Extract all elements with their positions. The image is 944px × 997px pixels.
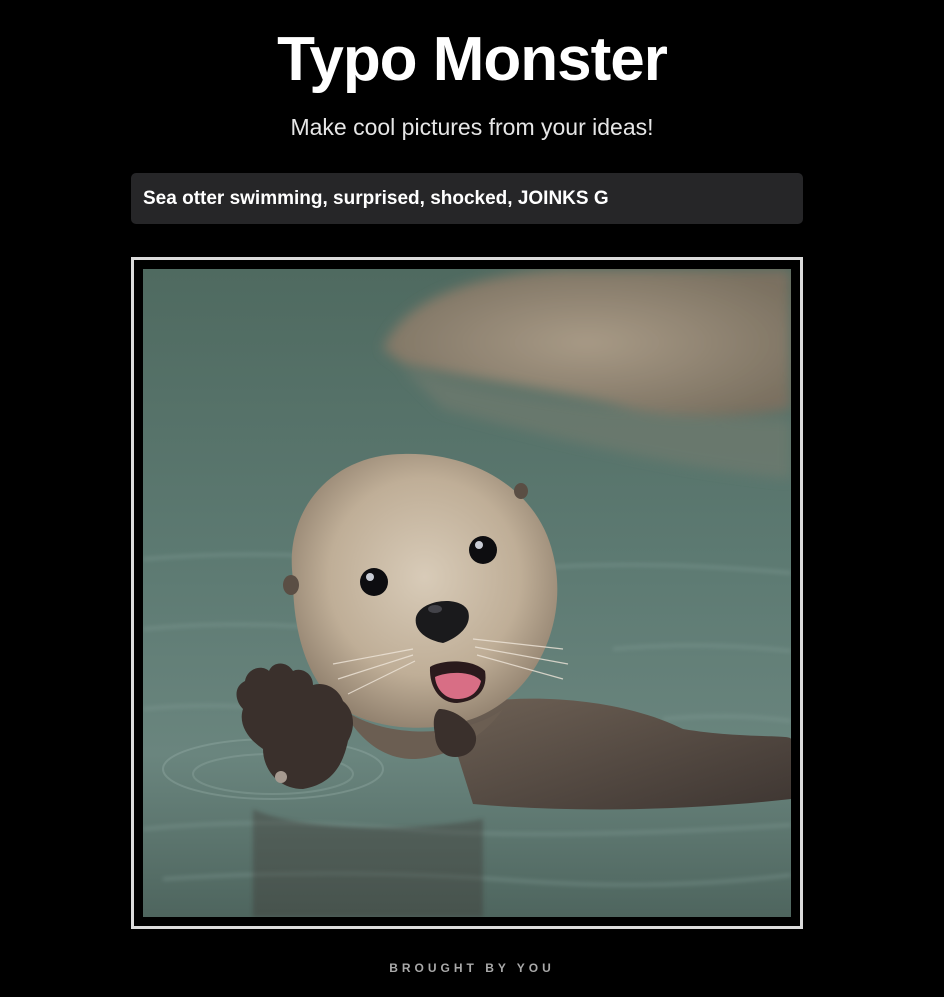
footer-credit: BROUGHT BY YOU <box>389 961 555 975</box>
generated-image-frame <box>131 257 803 929</box>
app-subtitle: Make cool pictures from your ideas! <box>290 114 654 140</box>
prompt-input[interactable] <box>131 173 803 224</box>
page: Typo Monster Make cool pictures from you… <box>0 0 944 997</box>
app-title: Typo Monster <box>277 25 668 94</box>
generated-image[interactable] <box>143 269 791 917</box>
